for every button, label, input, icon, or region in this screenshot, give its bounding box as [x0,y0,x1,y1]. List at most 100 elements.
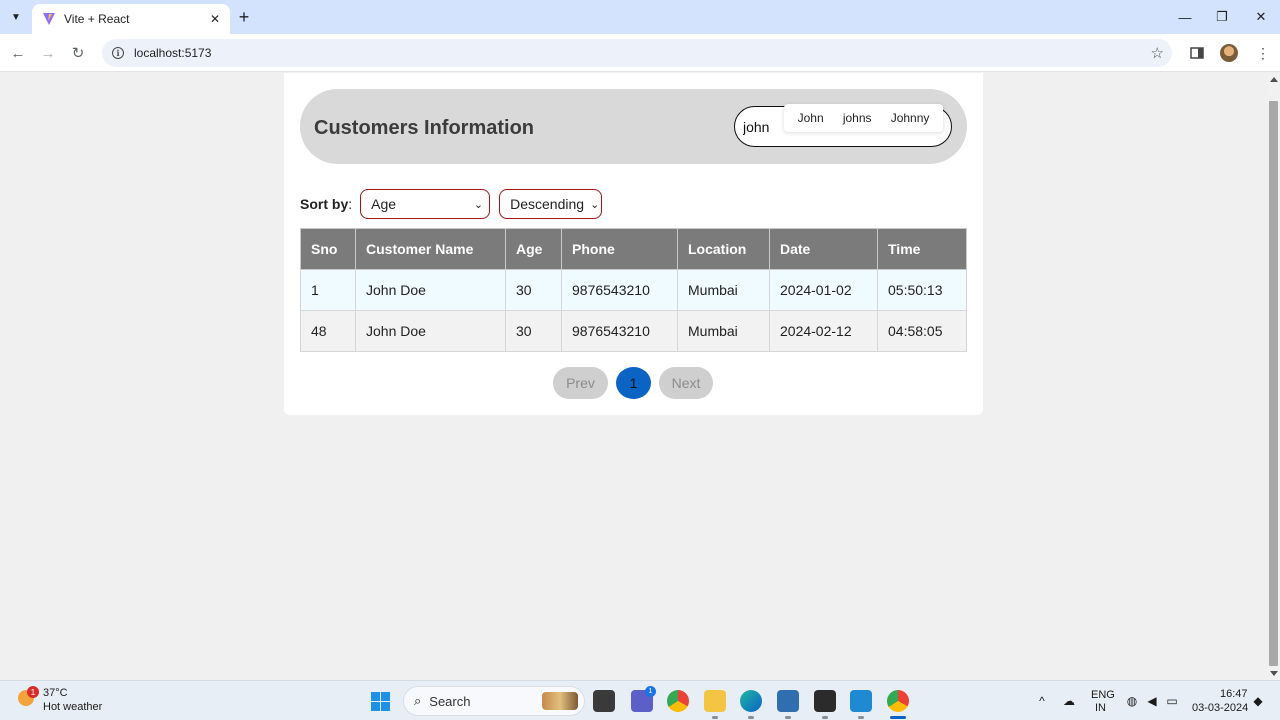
network-globe-icon[interactable]: ◍ [1125,694,1139,708]
column-header[interactable]: Location [677,228,770,270]
table-cell: 1 [300,269,356,311]
table-cell: 05:50:13 [877,269,967,311]
more-menu-icon[interactable]: ⋮ [1253,43,1273,63]
running-indicator [858,716,864,719]
profile-avatar[interactable] [1220,44,1238,62]
task-view-icon[interactable] [593,690,615,712]
tab-close-icon[interactable]: ✕ [206,10,224,28]
column-header[interactable]: Date [769,228,878,270]
language-bottom[interactable]: IN [1095,702,1106,714]
suggestion-item[interactable]: johns [839,109,876,127]
chevron-down-icon: ⌄ [473,198,484,211]
notification-bell-icon[interactable]: ◆ [1251,694,1265,708]
table-cell: 30 [505,269,562,311]
scroll-up-arrow-icon[interactable] [1270,77,1278,82]
chrome-icon[interactable] [667,690,689,712]
pagination: Prev 1 Next [553,367,713,399]
sort-field-select[interactable]: Age ⌄ [360,189,491,219]
running-indicator [822,716,828,719]
table-cell: 2024-02-12 [769,310,878,352]
search-highlight-image [542,692,578,710]
table-cell: 9876543210 [561,269,678,311]
new-tab-icon[interactable]: + [234,7,254,27]
column-header[interactable]: Phone [561,228,678,270]
forward-arrow-icon[interactable]: → [38,43,58,63]
reload-icon[interactable]: ↻ [68,43,88,63]
onedrive-cloud-icon[interactable]: ☁ [1062,694,1076,708]
sort-field-value: Age [371,196,397,212]
table-header-row: Sno Customer Name Age Phone Location Dat… [300,228,967,270]
clock-date[interactable]: 03-03-2024 [1192,702,1248,714]
bookmark-star-icon[interactable]: ☆ [1151,44,1164,62]
column-header[interactable]: Age [505,228,562,270]
chat-badge: 1 [645,686,656,697]
search-suggestions: John johns Johnny [784,104,943,132]
sort-controls: Sort by: Age ⌄ Descending ⌄ [300,189,603,219]
running-indicator [748,716,754,719]
table-cell: Mumbai [677,269,770,311]
vscode-icon[interactable] [850,690,872,712]
column-header[interactable]: Customer Name [355,228,506,270]
table-cell: 2024-01-02 [769,269,878,311]
browser-tab-strip: ▼ Vite + React ✕ + — ❐ ✕ [0,0,1280,34]
vite-logo-icon [43,13,55,25]
url-text: localhost:5173 [134,46,212,60]
sort-order-select[interactable]: Descending ⌄ [499,189,603,219]
weather-temperature[interactable]: 37°C [43,687,68,699]
scroll-thumb[interactable] [1269,101,1278,666]
chrome-profile-icon[interactable] [887,690,909,712]
active-indicator [890,716,906,719]
site-info-icon[interactable]: i [112,47,124,59]
column-header[interactable]: Time [877,228,967,270]
weather-description[interactable]: Hot weather [43,701,102,713]
suggestion-item[interactable]: Johnny [887,109,934,127]
page-title: Customers Information [314,117,535,139]
postgres-icon[interactable] [777,690,799,712]
taskbar-search-label: Search [429,693,471,709]
customers-table: Sno Customer Name Age Phone Location Dat… [300,228,967,352]
minimize-icon[interactable]: — [1170,5,1200,29]
browser-toolbar: ← → ↻ i localhost:5173 ☆ ⋮ [0,34,1280,72]
prev-button[interactable]: Prev [553,367,608,399]
browser-tab[interactable]: Vite + React ✕ [32,4,230,34]
tab-title: Vite + React [64,12,130,26]
file-explorer-icon[interactable] [704,690,726,712]
next-button[interactable]: Next [659,367,713,399]
back-arrow-icon[interactable]: ← [8,43,28,63]
table-cell: John Doe [355,269,506,311]
table-row[interactable]: 48 John Doe 30 9876543210 Mumbai 2024-02… [300,310,967,352]
address-bar[interactable]: i localhost:5173 ☆ [102,39,1172,67]
column-header[interactable]: Sno [300,228,356,270]
suggestion-item[interactable]: John [794,109,828,127]
tab-search-chevron-icon[interactable]: ▼ [6,7,26,27]
windows-taskbar: 1 37°C Hot weather ⌕ Search 1 ^ ☁ ENG IN… [0,680,1280,720]
volume-icon[interactable]: ◀ [1145,694,1159,708]
running-indicator [785,716,791,719]
vertical-scrollbar[interactable] [1267,73,1280,680]
side-panel-icon[interactable] [1187,43,1207,63]
windows-start-icon[interactable] [371,692,390,711]
show-hidden-icons-chevron-icon[interactable]: ^ [1035,694,1049,708]
page-viewport: Customers Information John johns Johnny … [0,73,1267,680]
taskbar-search[interactable]: ⌕ Search [403,686,585,716]
terminal-icon[interactable] [814,690,836,712]
sort-label: Sort by: [300,196,353,212]
clock-time[interactable]: 16:47 [1220,688,1248,700]
maximize-icon[interactable]: ❐ [1207,5,1237,29]
table-row[interactable]: 1 John Doe 30 9876543210 Mumbai 2024-01-… [300,269,967,311]
language-top[interactable]: ENG [1091,689,1115,701]
table-cell: 30 [505,310,562,352]
weather-badge: 1 [27,686,39,698]
table-cell: 9876543210 [561,310,678,352]
search-icon: ⌕ [414,693,422,708]
running-indicator [712,716,718,719]
battery-icon[interactable]: ▭ [1165,694,1179,708]
customers-card: Customers Information John johns Johnny … [284,73,983,415]
table-cell: Mumbai [677,310,770,352]
table-cell: John Doe [355,310,506,352]
page-number-button[interactable]: 1 [616,367,651,399]
edge-icon[interactable] [740,690,762,712]
sort-order-value: Descending [510,196,585,212]
window-close-icon[interactable]: ✕ [1246,5,1276,29]
scroll-down-arrow-icon[interactable] [1270,671,1278,676]
